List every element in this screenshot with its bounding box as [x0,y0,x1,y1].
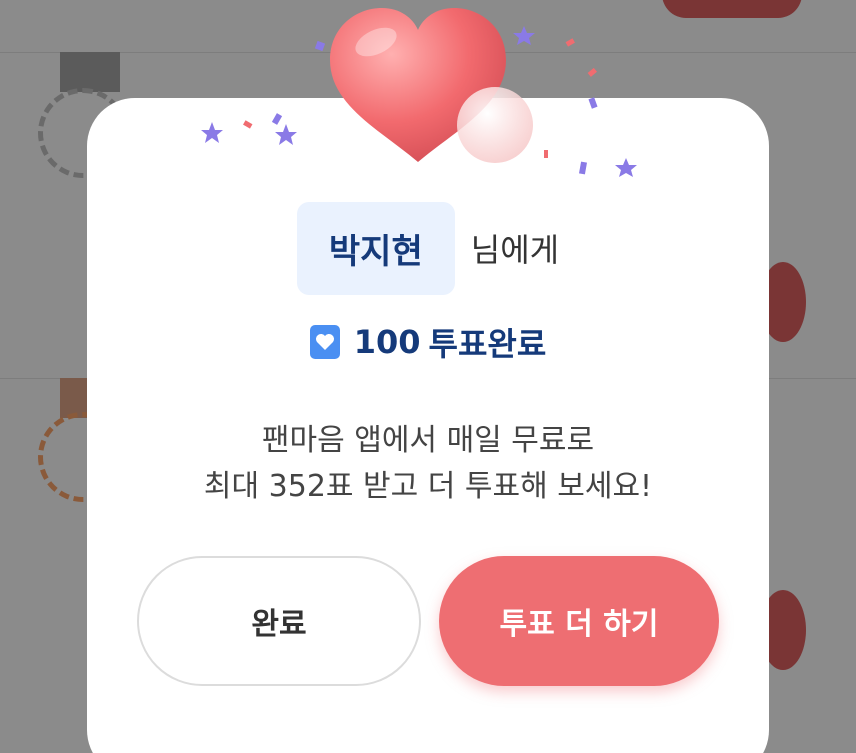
star-confetti [615,158,637,177]
confetti-piece [588,97,598,109]
vote-status: 투표완료 [428,325,547,363]
promo-message-line: 팬마음 앱에서 매일 무료로 [261,423,595,458]
heart-badge-icon [309,325,340,359]
vote-result: 100 투표완료 [87,320,769,364]
promo-message-line: 최대 352표 받고 더 투표해 보세요! [203,469,653,504]
confetti-piece [579,161,587,175]
confetti-piece [587,67,597,77]
heart-graphic [330,8,533,163]
star-confetti [275,124,297,145]
promo-message: 팬마음 앱에서 매일 무료로 최대 352표 받고 더 투표해 보세요! [87,418,769,510]
recipient-suffix: 님에게 [470,231,560,269]
bubble-decoration [457,87,533,163]
heart-icon [315,334,334,350]
confetti-piece [565,38,575,47]
done-button[interactable]: 완료 [137,556,421,686]
confetti-piece [271,113,283,125]
heart-icon [310,0,550,180]
vote-more-button[interactable]: 투표 더 하기 [439,556,719,686]
star-confetti [201,122,223,143]
vote-count: 100 [353,323,421,361]
confetti-piece [243,120,253,129]
